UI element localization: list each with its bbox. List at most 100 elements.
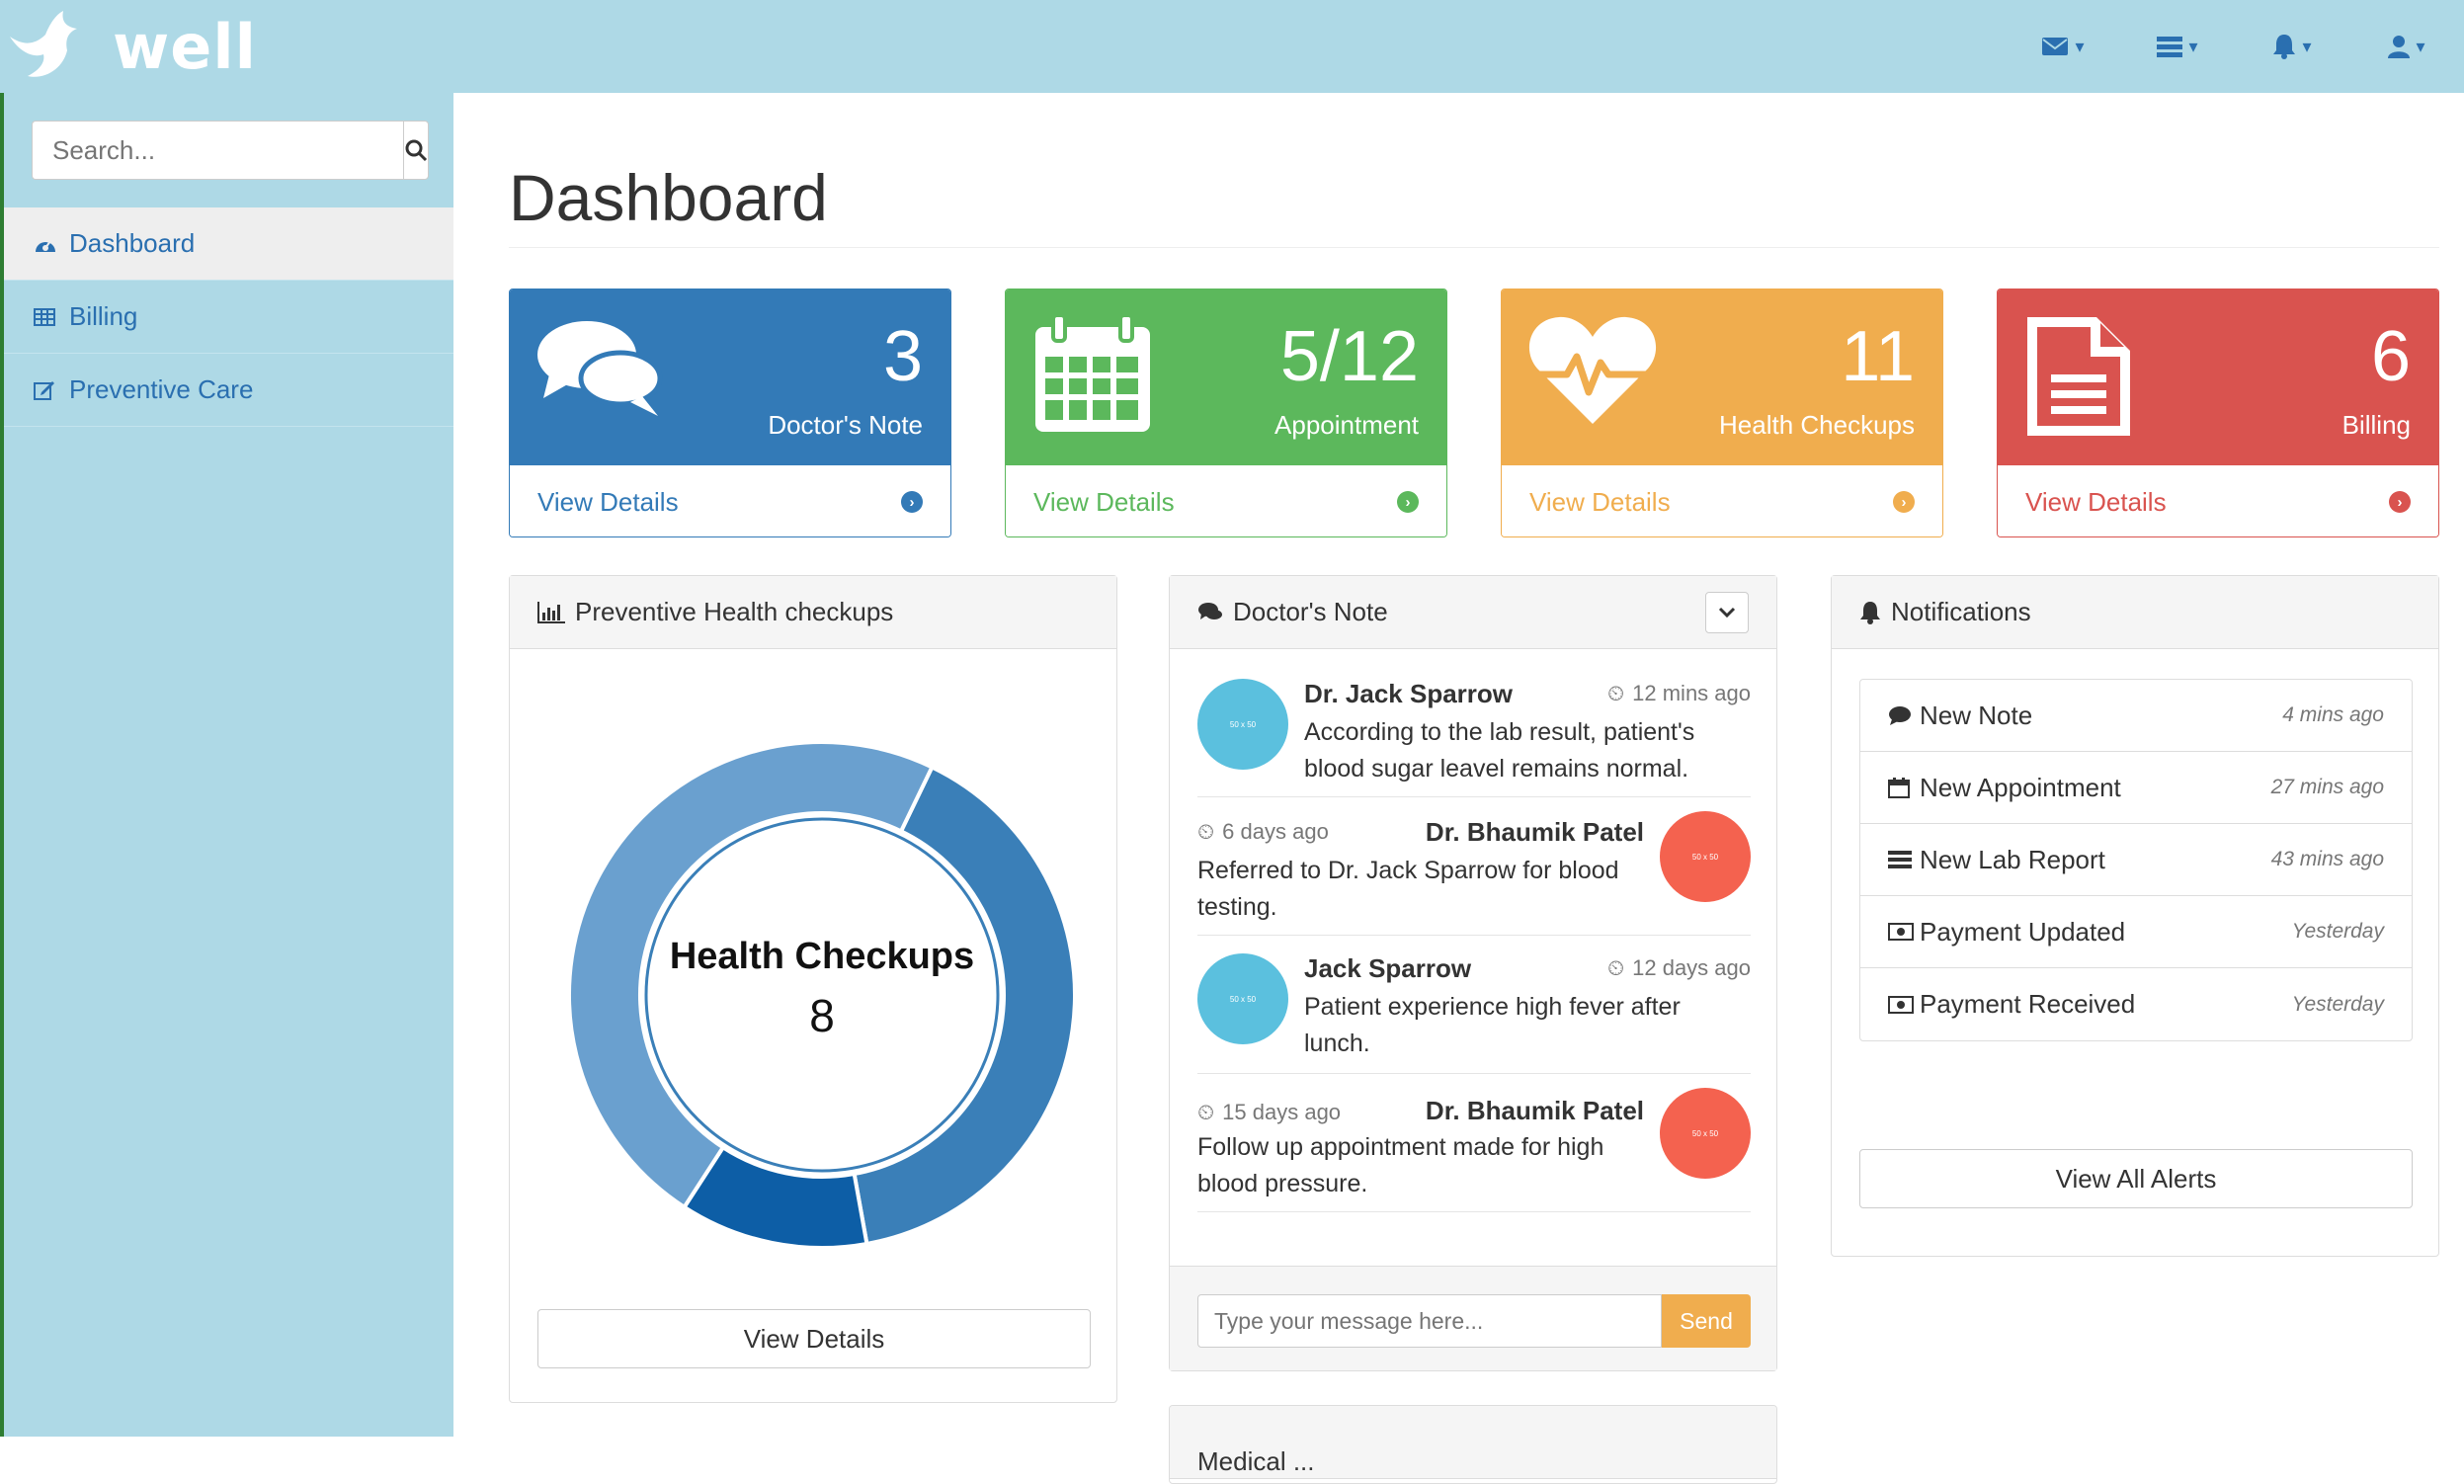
clock-icon: ⏲: [1606, 955, 1625, 980]
chevron-down-icon: ▾: [2416, 36, 2425, 56]
avatar: 50 x 50: [1197, 953, 1288, 1044]
search-button[interactable]: [403, 121, 429, 180]
notification-label: New Lab Report: [1920, 844, 2105, 874]
view-details-button[interactable]: View Details: [537, 1309, 1091, 1368]
message-text: Patient experience high fever after lunc…: [1304, 989, 1681, 1062]
donut-center-value: 8: [809, 990, 835, 1041]
send-button[interactable]: Send: [1662, 1294, 1751, 1348]
panel-title: Preventive Health checkups: [575, 597, 894, 626]
message-input[interactable]: [1197, 1294, 1662, 1348]
tasks-icon: [2157, 37, 2183, 57]
time-text: 15 days ago: [1222, 1100, 1342, 1124]
notification-item[interactable]: New Note 4 mins ago: [1860, 680, 2412, 752]
stat-card-header: 11 Health Checkups: [1502, 289, 1942, 465]
stat-card-header: 3 Doctor's Note: [510, 289, 950, 465]
panel-title: Medical ...: [1197, 1446, 1315, 1476]
table-icon: [34, 307, 61, 326]
message-time: ⏲ 6 days ago: [1197, 819, 1329, 845]
search-input[interactable]: [32, 121, 403, 180]
time-text: 12 days ago: [1632, 955, 1751, 980]
message-author: Dr. Bhaumik Patel: [1425, 817, 1644, 847]
sidebar-item-dashboard[interactable]: Dashboard: [4, 207, 453, 281]
message-author: Jack Sparrow: [1304, 953, 1472, 983]
notification-time: 4 mins ago: [2282, 703, 2384, 726]
page-title: Dashboard: [509, 161, 828, 234]
money-icon: [1888, 995, 1920, 1014]
calendar-icon: [1888, 777, 1920, 798]
notification-time: 43 mins ago: [2270, 848, 2384, 870]
notification-item[interactable]: Payment Updated Yesterday: [1860, 896, 2412, 968]
view-details-link[interactable]: View Details ›: [1998, 465, 2438, 536]
user-icon: [2388, 36, 2411, 58]
file-text-icon: [2023, 313, 2134, 445]
message-line: Follow up appointment made for high: [1197, 1133, 1604, 1161]
view-details-link[interactable]: View Details ›: [1502, 465, 1942, 536]
sidebar-item-label: Billing: [69, 301, 138, 331]
notification-time: 27 mins ago: [2270, 776, 2384, 798]
tasks-dropdown[interactable]: ▾: [2120, 0, 2235, 93]
comments-icon: [535, 313, 666, 427]
bell-icon: [1859, 601, 1881, 624]
message-time: ⏲ 12 days ago: [1607, 955, 1751, 981]
envelope-icon: [2042, 38, 2069, 55]
stat-count: 5/12: [1279, 317, 1419, 396]
notification-time: Yesterday: [2291, 920, 2384, 943]
sidebar-item-preventive-care[interactable]: Preventive Care: [4, 354, 453, 427]
stat-card-doctors-note: 3 Doctor's Note View Details ›: [509, 289, 951, 537]
link-label: View Details: [1033, 486, 1175, 517]
alerts-dropdown[interactable]: ▾: [2235, 0, 2349, 93]
time-text: 6 days ago: [1222, 819, 1329, 844]
message-text: According to the lab result, patient's b…: [1304, 714, 1694, 787]
panel-title: Doctor's Note: [1233, 597, 1388, 626]
sidebar-item-billing[interactable]: Billing: [4, 281, 453, 354]
view-details-link[interactable]: View Details ›: [1006, 465, 1446, 536]
checkups-panel: Preventive Health checkups Health Checku…: [509, 575, 1117, 1403]
panel-heading: Doctor's Note: [1170, 576, 1776, 649]
link-label: View Details: [2025, 486, 2167, 517]
collapse-button[interactable]: [1705, 592, 1749, 633]
message-author: Dr. Bhaumik Patel: [1425, 1096, 1644, 1125]
medical-panel: Medical ...: [1169, 1405, 1777, 1484]
sidebar-item-label: Preventive Care: [69, 374, 254, 404]
sidebar-nav: Dashboard Billing Preventive Care: [4, 207, 453, 427]
list-item: ⏲ 6 days ago Dr. Bhaumik Patel 50 x 50 Re…: [1197, 801, 1751, 936]
user-dropdown[interactable]: ▾: [2349, 0, 2464, 93]
bird-logo-icon: [10, 11, 77, 77]
bell-icon: [2273, 35, 2296, 59]
sidebar: Dashboard Billing Preventive Care: [0, 93, 453, 1437]
notification-item[interactable]: New Appointment 27 mins ago: [1860, 752, 2412, 824]
messages-dropdown[interactable]: ▾: [2006, 0, 2120, 93]
sidebar-search: [32, 121, 429, 180]
message-author: Dr. Jack Sparrow: [1304, 679, 1513, 708]
brand-logo[interactable]: well: [6, 4, 257, 89]
notifications-panel: Notifications New Note 4 mins ago New Ap…: [1831, 575, 2439, 1257]
dashboard-icon: [34, 234, 61, 254]
view-all-alerts-button[interactable]: View All Alerts: [1859, 1149, 2413, 1208]
avatar: 50 x 50: [1660, 1088, 1751, 1179]
donut-center-label: Health Checkups: [669, 936, 975, 977]
stat-label: Health Checkups: [1719, 410, 1915, 440]
stat-label: Billing: [2341, 410, 2411, 440]
doctors-note-panel: Doctor's Note 50 x 50 Dr. Jack Sparrow ⏲…: [1169, 575, 1777, 1371]
chevron-down-icon: [1718, 607, 1736, 618]
message-line: According to the lab result, patient's: [1304, 718, 1695, 746]
notification-item[interactable]: New Lab Report 43 mins ago: [1860, 824, 2412, 896]
clock-icon: ⏲: [1197, 819, 1215, 844]
stat-card-appointment: 5/12 Appointment View Details ›: [1005, 289, 1447, 537]
arrow-circle-right-icon: ›: [2389, 491, 2411, 513]
notification-time: Yesterday: [2291, 992, 2384, 1016]
stat-count: 6: [2370, 317, 2411, 396]
chevron-down-icon: ▾: [2188, 36, 2198, 56]
notification-item[interactable]: Payment Received Yesterday: [1860, 968, 2412, 1040]
message-text: Referred to Dr. Jack Sparrow for blood t…: [1197, 853, 1619, 926]
notification-list: New Note 4 mins ago New Appointment 27 m…: [1859, 679, 2413, 1041]
view-details-link[interactable]: View Details ›: [510, 465, 950, 536]
message-line: blood pressure.: [1197, 1170, 1368, 1197]
top-nav-menu: ▾ ▾ ▾ ▾: [2006, 0, 2464, 93]
message-line: Patient experience high fever after: [1304, 993, 1681, 1021]
message-time: ⏲ 12 mins ago: [1607, 681, 1751, 706]
comments-icon: [1197, 602, 1223, 623]
clock-icon: ⏲: [1606, 681, 1625, 705]
panel-footer: Send: [1170, 1266, 1776, 1370]
stat-card-health-checkups: 11 Health Checkups View Details ›: [1501, 289, 1943, 537]
